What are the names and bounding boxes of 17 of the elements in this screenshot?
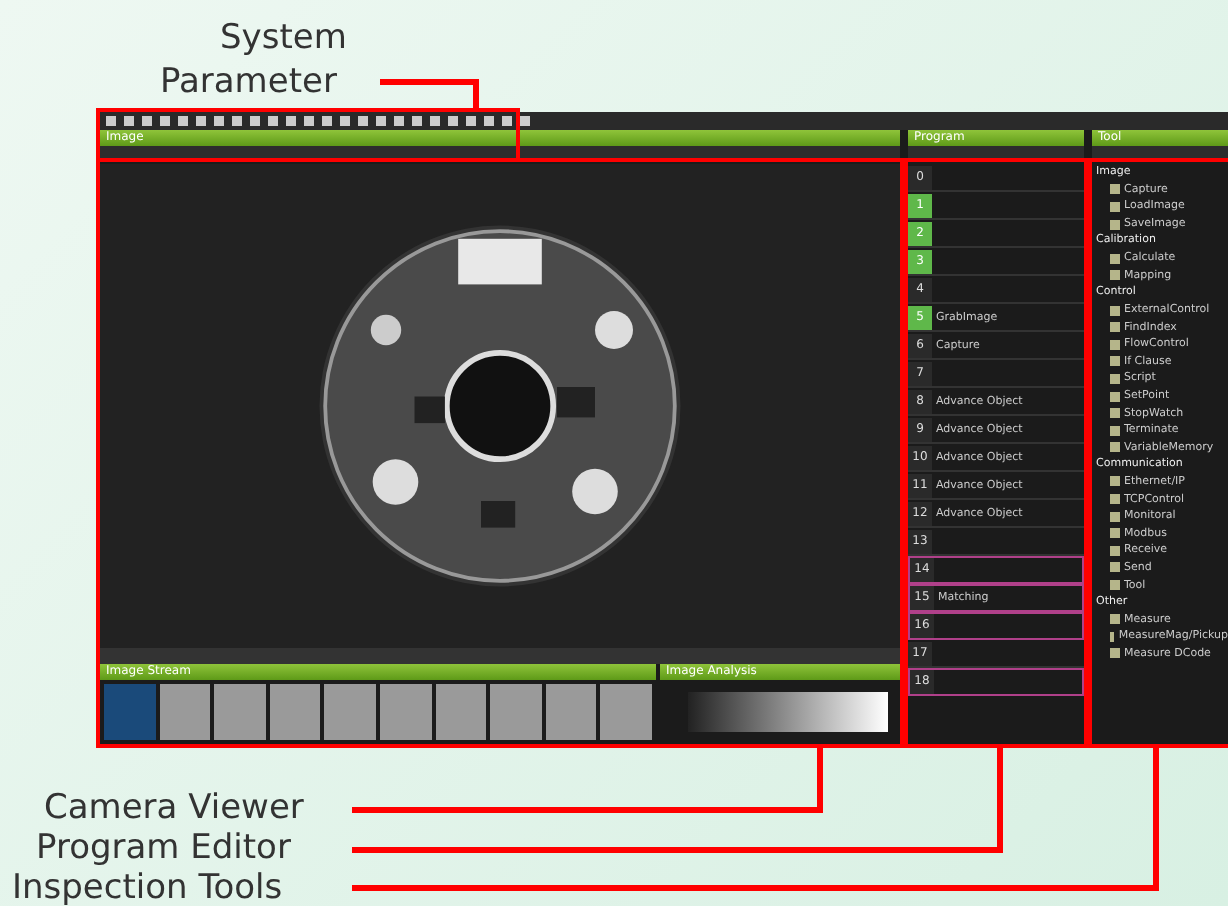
empty-thumbnail[interactable] (600, 684, 652, 740)
empty-thumbnail[interactable] (269, 684, 321, 740)
callout-label: Camera Viewer (44, 788, 304, 828)
leader-line (380, 79, 479, 108)
empty-thumbnail[interactable] (545, 684, 597, 740)
empty-thumbnail[interactable] (214, 684, 266, 740)
empty-thumbnail[interactable] (324, 684, 376, 740)
callout-label: Parameter (160, 62, 337, 102)
empty-thumbnail[interactable] (379, 684, 432, 740)
empty-thumbnail[interactable] (490, 684, 542, 740)
sub-toolbar (1092, 146, 1228, 158)
callout-label: System (220, 18, 347, 58)
empty-thumbnail[interactable] (435, 684, 487, 740)
callout-label: Program Editor (36, 828, 291, 868)
image-thumbnail[interactable] (104, 684, 156, 740)
callout-label: Inspection Tools (12, 868, 283, 906)
empty-thumbnail[interactable] (159, 684, 211, 740)
